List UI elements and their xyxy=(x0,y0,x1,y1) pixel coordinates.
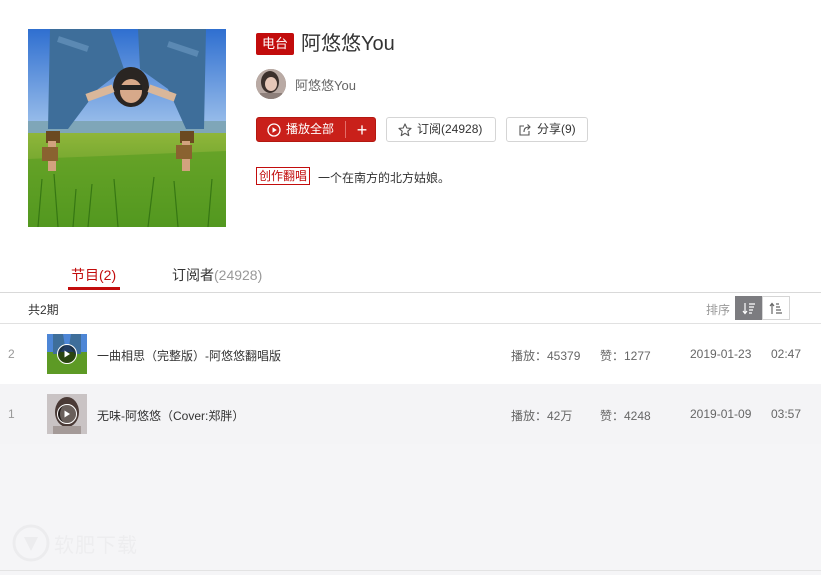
radio-title: 阿悠悠You xyxy=(301,33,395,55)
category-tag[interactable]: 创作翻唱 xyxy=(256,167,311,185)
sort-ascending-icon xyxy=(769,302,782,314)
add-to-playlist-button[interactable]: + xyxy=(349,119,375,141)
watermark-logo-icon xyxy=(12,524,50,562)
program-thumbnail[interactable] xyxy=(47,394,87,434)
program-date: 2019-01-23 xyxy=(690,347,752,361)
tab-programs[interactable]: 节目(2) xyxy=(71,265,116,285)
sort-descending-button[interactable] xyxy=(735,296,763,320)
sort-label: 排序 xyxy=(706,303,731,317)
program-total: 共2期 xyxy=(28,303,59,317)
program-date: 2019-01-09 xyxy=(690,407,752,421)
active-tab-indicator xyxy=(68,287,120,290)
program-play-count: 播放：45379 xyxy=(511,349,581,363)
share-button[interactable]: 分享(9) xyxy=(506,117,588,142)
tab-programs-count: (2) xyxy=(99,267,117,283)
play-icon[interactable] xyxy=(57,344,77,364)
radio-badge: 电台 xyxy=(256,33,295,55)
program-duration: 02:47 xyxy=(771,347,802,361)
share-label: 分享(9) xyxy=(537,122,576,136)
radio-description: 一个在南方的北方姑娘。 xyxy=(318,171,451,185)
program-duration: 03:57 xyxy=(771,407,802,421)
share-icon xyxy=(519,123,531,136)
tab-subscribers[interactable]: 订阅者(24928) xyxy=(172,265,262,285)
tab-subscribers-count: (24928) xyxy=(214,267,263,283)
watermark: 软肥下载 xyxy=(12,524,138,562)
play-icon[interactable] xyxy=(57,404,77,424)
author-name-link[interactable]: 阿悠悠You xyxy=(295,75,356,94)
bottom-divider xyxy=(0,570,821,571)
sort-ascending-button[interactable] xyxy=(762,296,790,320)
program-play-count: 播放：42万 xyxy=(511,409,573,423)
tab-programs-label: 节目 xyxy=(71,267,99,283)
star-icon xyxy=(398,122,412,136)
play-all-label: 播放全部 xyxy=(286,122,335,136)
program-thumbnail[interactable] xyxy=(47,334,87,374)
play-circle-icon xyxy=(267,122,281,137)
program-index: 1 xyxy=(8,407,15,421)
play-all-button[interactable]: 播放全部 + xyxy=(256,117,376,142)
radio-cover-image xyxy=(28,29,226,227)
subscribe-label: 订阅(24928) xyxy=(417,122,483,136)
program-name-link[interactable]: 无味-阿悠悠（Cover:郑胖） xyxy=(97,407,244,424)
tab-divider xyxy=(0,292,821,293)
radio-page: 电台 阿悠悠You 阿悠悠You 播放全部 + 订阅(24928) 分享(9) … xyxy=(0,0,821,575)
subscribe-button[interactable]: 订阅(24928) xyxy=(386,117,496,142)
program-like-count: 赞：4248 xyxy=(600,409,651,423)
program-name-link[interactable]: 一曲相思（完整版）-阿悠悠翻唱版 xyxy=(97,347,281,364)
program-index: 2 xyxy=(8,347,15,361)
program-like-count: 赞：1277 xyxy=(600,349,651,363)
author-avatar[interactable] xyxy=(256,69,286,99)
watermark-text: 软肥下载 xyxy=(54,534,138,557)
button-divider xyxy=(345,121,346,138)
tab-subscribers-label: 订阅者 xyxy=(172,267,214,283)
program-row[interactable]: 1 无味-阿悠悠（Cover:郑胖） 播放：42万 赞：4248 2019-01… xyxy=(0,384,821,444)
sort-descending-icon xyxy=(742,302,755,314)
program-row[interactable]: 2 一曲相思（完整版）-阿悠悠翻唱版 播放：45379 赞：1277 2019-… xyxy=(0,324,821,384)
